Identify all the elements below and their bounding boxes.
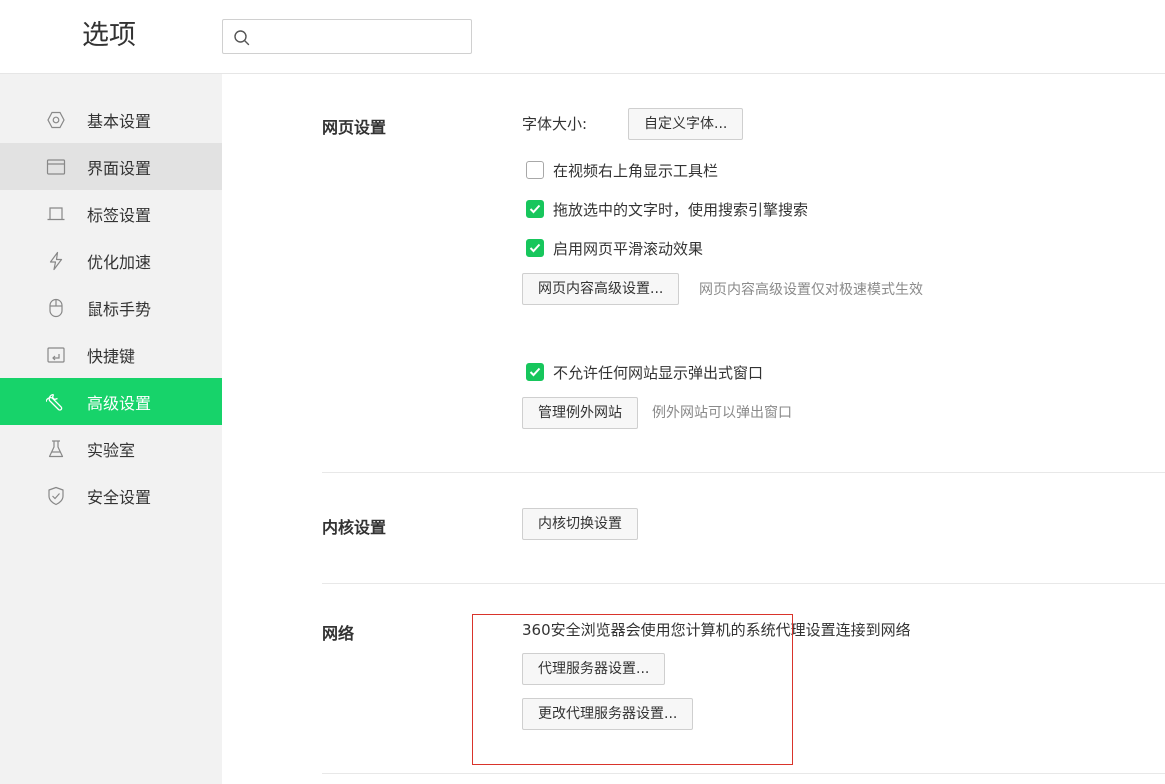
section-title-kernel: 内核设置: [322, 518, 387, 537]
checkbox-smooth-scroll[interactable]: [526, 239, 544, 257]
sidebar-item-label: 界面设置: [87, 158, 152, 178]
sidebar-item-label: 基本设置: [87, 111, 152, 131]
checkbox-label: 拖放选中的文字时，使用搜索引擎搜索: [553, 200, 809, 219]
advanced-content-settings-button[interactable]: 网页内容高级设置...: [522, 273, 680, 305]
sidebar-item-tabs[interactable]: 标签设置: [0, 190, 222, 237]
checkbox-row-smooth-scroll[interactable]: 启用网页平滑滚动效果: [526, 238, 703, 258]
section-title-network: 网络: [322, 624, 355, 643]
section-divider: [322, 773, 1165, 774]
search-icon: [234, 30, 250, 46]
checkbox-label: 启用网页平滑滚动效果: [553, 239, 704, 258]
keyboard-shortcut-icon: [47, 346, 65, 363]
sidebar-item-label: 安全设置: [87, 487, 152, 507]
sidebar-item-label: 优化加速: [87, 252, 152, 272]
hexagon-settings-icon: [47, 111, 65, 128]
sidebar-item-optimize[interactable]: 优化加速: [0, 237, 222, 284]
checkbox-drag-search[interactable]: [526, 200, 544, 218]
checkmark-icon: [529, 367, 541, 377]
page-title: 选项: [82, 20, 136, 51]
sidebar-item-label: 高级设置: [87, 393, 152, 413]
manage-exceptions-button[interactable]: 管理例外网站: [522, 397, 638, 429]
sidebar-item-lab[interactable]: 实验室: [0, 425, 222, 472]
checkbox-label: 在视频右上角显示工具栏: [553, 161, 719, 180]
font-size-label: 字体大小:: [522, 115, 588, 133]
section-divider: [322, 583, 1165, 584]
sidebar-item-label: 实验室: [87, 440, 136, 460]
custom-font-button[interactable]: 自定义字体...: [628, 108, 744, 140]
sidebar-item-advanced[interactable]: 高级设置: [0, 378, 222, 425]
search-box[interactable]: [222, 19, 472, 54]
checkmark-icon: [529, 243, 541, 253]
tab-icon: [47, 206, 65, 220]
window-icon: [46, 158, 66, 175]
sidebar-item-basic[interactable]: 基本设置: [0, 96, 222, 143]
checkbox-row-drag-search[interactable]: 拖放选中的文字时，使用搜索引擎搜索: [526, 199, 808, 219]
sidebar-item-security[interactable]: 安全设置: [0, 472, 222, 519]
main-content: 网页设置 字体大小: 自定义字体... 在视频右上角显示工具栏 拖放选中的文字时…: [222, 74, 1165, 784]
wrench-icon: [46, 393, 63, 411]
proxy-settings-button[interactable]: 代理服务器设置...: [522, 653, 666, 685]
checkbox-video-toolbar[interactable]: [526, 161, 544, 179]
sidebar-item-interface[interactable]: 界面设置: [0, 143, 222, 190]
section-title-webpage: 网页设置: [322, 118, 387, 137]
lightning-icon: [49, 251, 63, 270]
exceptions-hint: 例外网站可以弹出窗口: [652, 405, 792, 421]
sidebar-item-shortcuts[interactable]: 快捷键: [0, 331, 222, 378]
flask-icon: [48, 439, 64, 457]
checkbox-row-video-toolbar[interactable]: 在视频右上角显示工具栏: [526, 160, 718, 180]
shield-icon: [48, 486, 64, 505]
checkbox-label: 不允许任何网站显示弹出式窗口: [553, 363, 764, 382]
sidebar-item-mouse-gesture[interactable]: 鼠标手势: [0, 284, 222, 331]
section-divider: [322, 472, 1165, 473]
sidebar-item-label: 标签设置: [87, 205, 152, 225]
sidebar-item-label: 快捷键: [87, 346, 136, 366]
kernel-switch-button[interactable]: 内核切换设置: [522, 508, 638, 540]
checkbox-row-block-popups[interactable]: 不允许任何网站显示弹出式窗口: [526, 362, 763, 382]
checkmark-icon: [529, 204, 541, 214]
network-description: 360安全浏览器会使用您计算机的系统代理设置连接到网络: [522, 621, 911, 639]
search-input[interactable]: [257, 22, 467, 51]
mouse-icon: [49, 298, 63, 317]
sidebar: 基本设置 界面设置 标签设置 优化加速 鼠标手势 快捷键 高级设置 实验室 安全…: [0, 74, 222, 784]
checkbox-block-popups[interactable]: [526, 363, 544, 381]
sidebar-item-label: 鼠标手势: [87, 299, 152, 319]
header: 选项: [0, 0, 1165, 74]
advanced-content-hint: 网页内容高级设置仅对极速模式生效: [699, 282, 923, 298]
change-proxy-settings-button[interactable]: 更改代理服务器设置...: [522, 698, 694, 730]
